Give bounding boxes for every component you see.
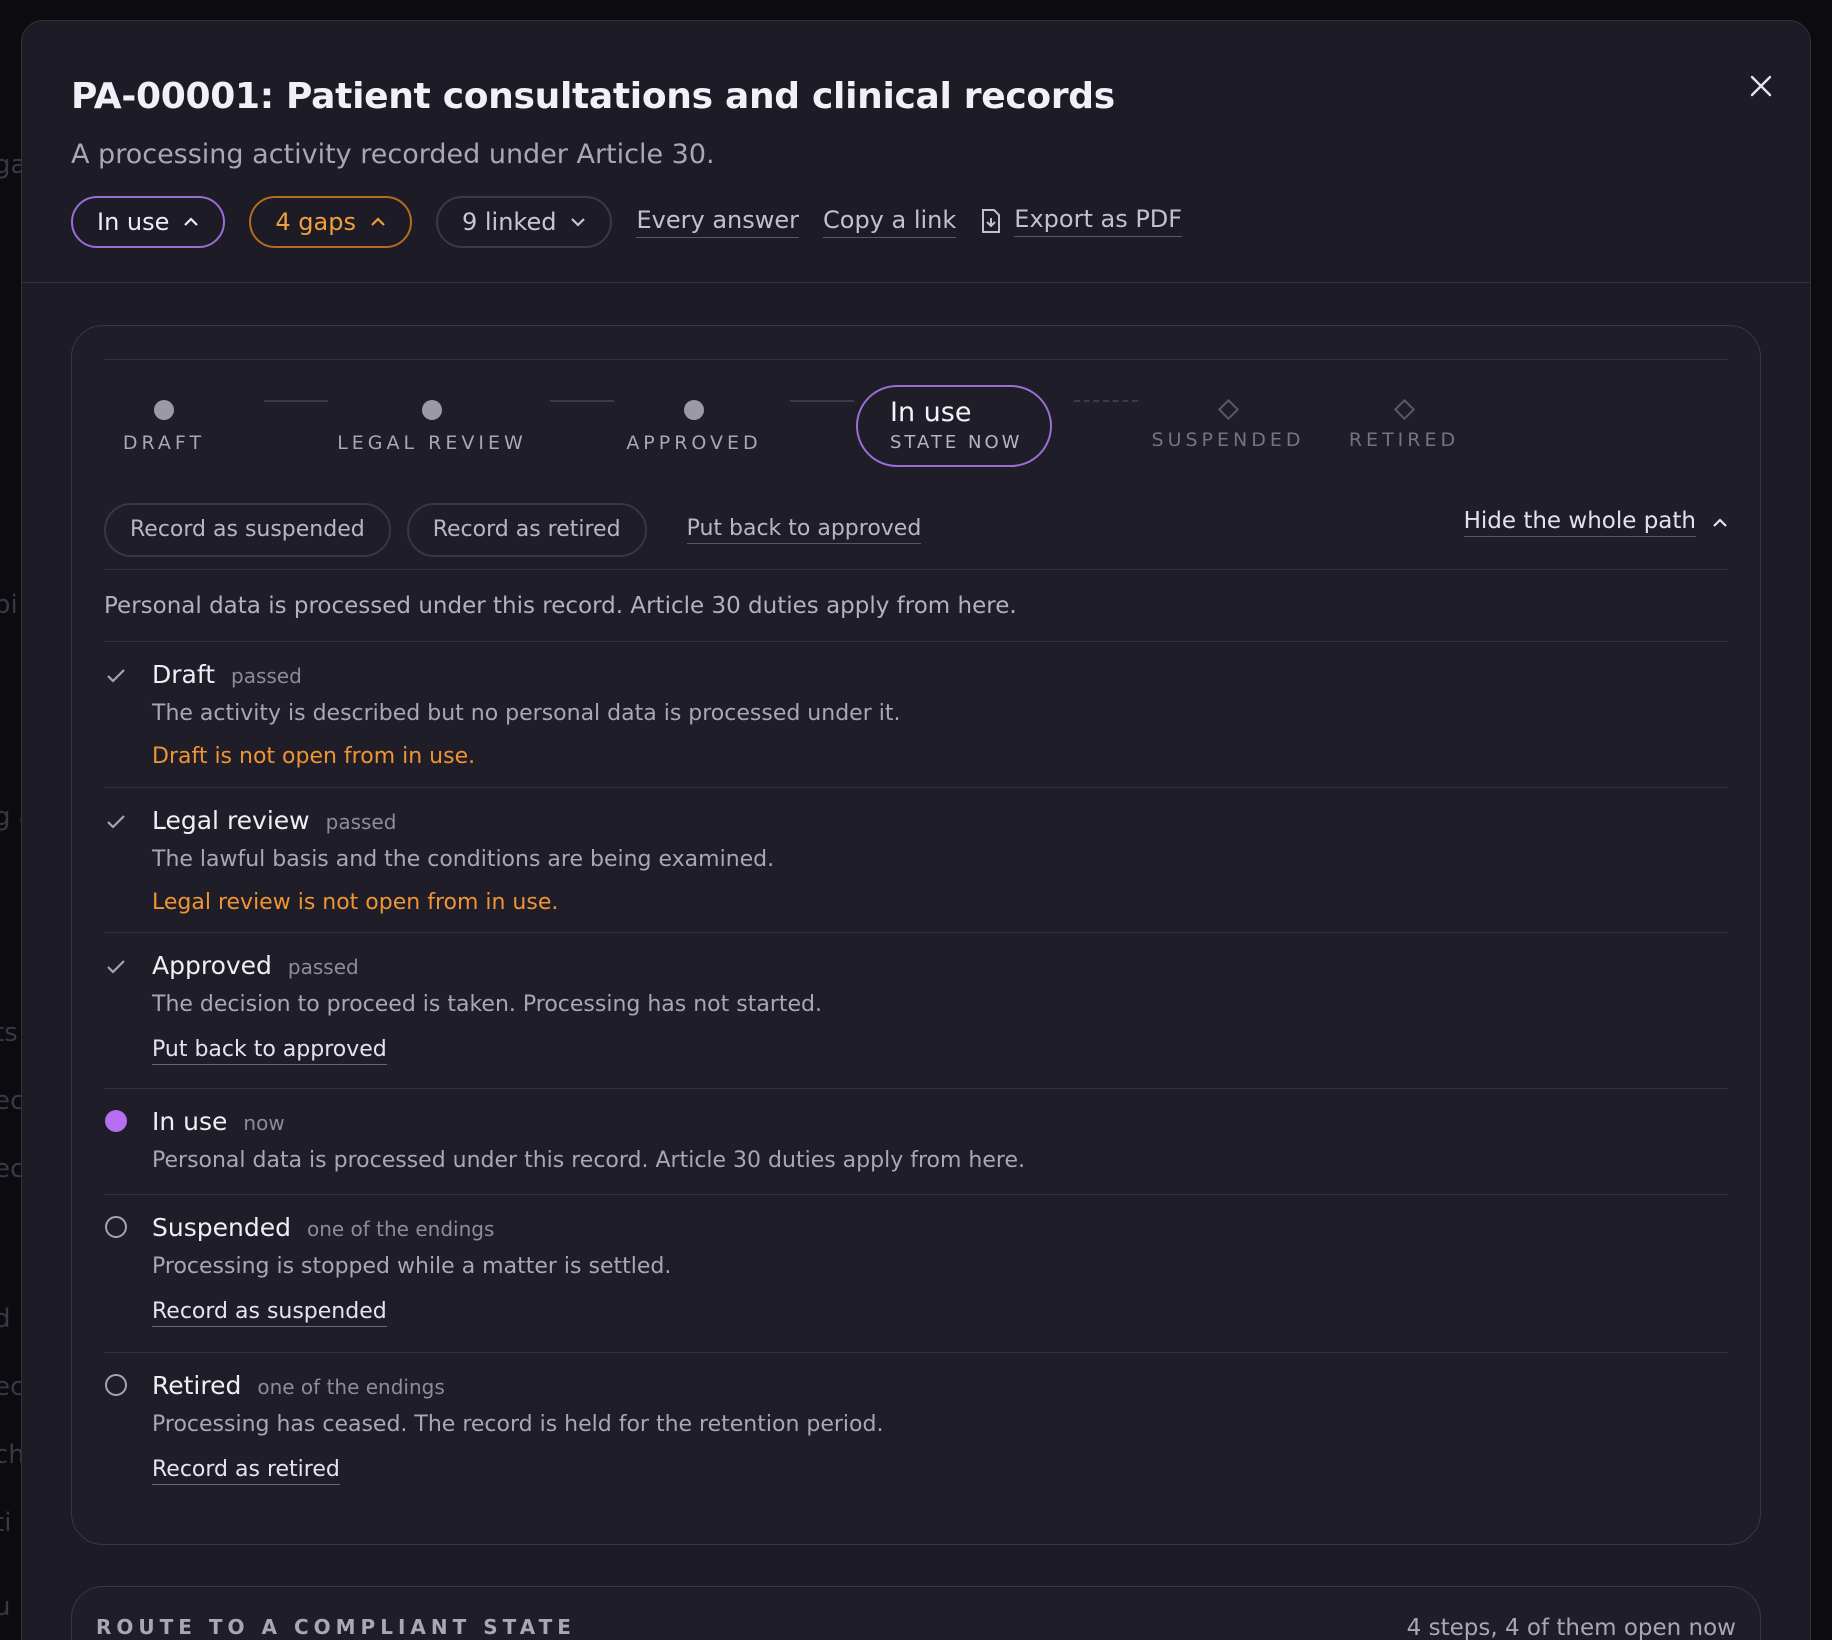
state-warning: Legal review is not open from in use. [152, 890, 559, 915]
step-dot [684, 400, 704, 420]
record-suspended-link[interactable]: Record as suspended [152, 1299, 387, 1327]
state-name: In use [152, 1107, 228, 1136]
state-tag: passed [231, 664, 302, 688]
step-label: APPROVED [626, 432, 762, 454]
state-tag: passed [325, 810, 397, 834]
step-dot [422, 400, 442, 420]
state-row-draft: Draft passed The activity is described b… [104, 642, 1728, 788]
chevron-up-icon [371, 217, 385, 226]
step-connector [264, 400, 328, 402]
gaps-dropdown-label: 4 gaps [275, 208, 356, 236]
close-button[interactable] [1746, 71, 1776, 101]
step-connector [1074, 400, 1138, 402]
current-state-sub: STATE NOW [890, 432, 1023, 453]
state-description: The activity is described but no persona… [152, 701, 901, 726]
step-connector [790, 400, 854, 402]
linked-dropdown-label: 9 linked [461, 208, 557, 236]
background-fragment: ti [0, 1508, 12, 1538]
background-fragment: pi [0, 590, 18, 620]
every-answer-link[interactable]: Every answer [636, 206, 799, 238]
chevron-down-icon [571, 218, 586, 227]
current-state-chip: In use STATE NOW [856, 385, 1052, 467]
close-icon [1750, 75, 1772, 97]
status-dropdown[interactable]: In use [71, 196, 226, 248]
step-label: RETIRED [1348, 429, 1460, 451]
current-dot-icon [104, 1109, 128, 1133]
state-tag: now [243, 1111, 285, 1135]
step-legal-review: LEGAL REVIEW [332, 400, 532, 454]
state-description: Personal data is processed under this re… [152, 1148, 1025, 1173]
hide-path-toggle[interactable]: Hide the whole path [1463, 508, 1728, 537]
step-label: DRAFT [122, 432, 206, 454]
state-summary: Personal data is processed under this re… [104, 570, 1728, 642]
route-card: ROUTE TO A COMPLIANT STATE 4 steps, 4 of… [71, 1586, 1761, 1640]
file-download-icon [982, 208, 1001, 233]
export-pdf-button[interactable]: Export as PDF [980, 205, 1183, 240]
state-row-suspended: Suspended one of the endings Processing … [104, 1195, 1728, 1353]
background-fragment: u [0, 1592, 11, 1622]
check-icon [104, 664, 128, 688]
current-state-name: In use [890, 397, 972, 428]
state-tag: one of the endings [306, 1217, 495, 1241]
state-name: Legal review [152, 806, 310, 835]
record-suspended-button[interactable]: Record as suspended [104, 502, 391, 557]
state-description: Processing has ceased. The record is hel… [152, 1412, 884, 1437]
step-retired: RETIRED [1344, 398, 1464, 451]
state-description: Processing is stopped while a matter is … [152, 1254, 672, 1279]
state-name: Retired [152, 1371, 242, 1400]
activity-modal: PA-00001: Patient consultations and clin… [21, 20, 1811, 1640]
empty-circle-icon [104, 1215, 128, 1239]
empty-circle-icon [104, 1373, 128, 1397]
state-name: Approved [152, 951, 272, 980]
hide-path-label: Hide the whole path [1463, 508, 1696, 537]
state-row-legal-review: Legal review passed The lawful basis and… [104, 788, 1728, 933]
diamond-icon [1217, 398, 1239, 421]
chevron-up-icon [184, 217, 199, 226]
background-fragment: ts [0, 1018, 18, 1048]
step-approved: APPROVED [614, 400, 774, 454]
gaps-dropdown[interactable]: 4 gaps [249, 196, 412, 248]
record-retired-button[interactable]: Record as retired [406, 502, 647, 557]
put-back-approved-link[interactable]: Put back to approved [686, 516, 922, 544]
step-label: SUSPENDED [1151, 429, 1305, 451]
lifecycle-panel: DRAFT LEGAL REVIEW APPROVED In use STATE… [71, 325, 1761, 1545]
header-toolbar: In use 4 gaps 9 linked Every answer Copy… [71, 196, 1761, 248]
lifecycle-stepper: DRAFT LEGAL REVIEW APPROVED In use STATE… [104, 360, 1728, 490]
put-back-approved-button[interactable]: Put back to approved [152, 1037, 387, 1065]
check-icon [104, 955, 128, 979]
state-warning: Draft is not open from in use. [152, 744, 476, 769]
step-suspended: SUSPENDED [1148, 398, 1308, 451]
state-name: Suspended [152, 1213, 291, 1242]
step-connector [550, 400, 614, 402]
state-tag: one of the endings [257, 1375, 445, 1399]
status-dropdown-label: In use [97, 208, 170, 236]
diamond-icon [1393, 398, 1415, 421]
step-label: LEGAL REVIEW [337, 432, 527, 454]
step-dot [154, 400, 174, 420]
page-title: PA-00001: Patient consultations and clin… [71, 76, 1115, 117]
copy-link-button[interactable]: Copy a link [823, 206, 957, 238]
state-tag: passed [287, 955, 359, 979]
check-icon [104, 810, 128, 834]
state-description: The decision to proceed is taken. Proces… [152, 992, 822, 1017]
chevron-up-icon [1713, 517, 1727, 527]
state-description: The lawful basis and the conditions are … [152, 847, 775, 872]
modal-header: PA-00001: Patient consultations and clin… [22, 21, 1810, 283]
state-name: Draft [152, 660, 216, 689]
route-count: 4 steps, 4 of them open now [1406, 1615, 1736, 1640]
linked-dropdown[interactable]: 9 linked [435, 196, 613, 248]
state-row-in-use: In use now Personal data is processed un… [104, 1089, 1728, 1195]
export-pdf-label: Export as PDF [1014, 205, 1183, 237]
state-row-retired: Retired one of the endings Processing ha… [104, 1353, 1728, 1503]
page-subtitle: A processing activity recorded under Art… [71, 139, 715, 170]
state-row-approved: Approved passed The decision to proceed … [104, 933, 1728, 1089]
transition-actions: Record as suspended Record as retired Pu… [104, 490, 1728, 570]
record-retired-link[interactable]: Record as retired [152, 1457, 340, 1485]
step-draft: DRAFT [114, 400, 214, 454]
route-title: ROUTE TO A COMPLIANT STATE [96, 1615, 576, 1639]
